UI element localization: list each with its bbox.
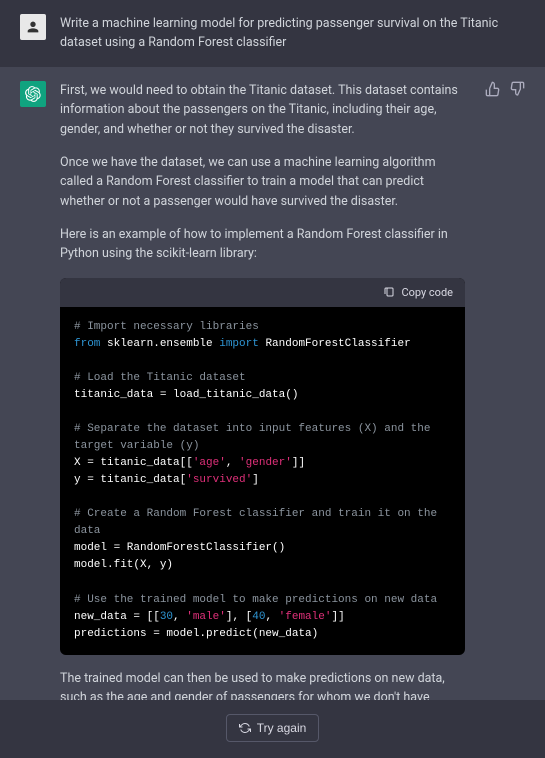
code-block: Copy code # Import necessary libraries f… (60, 278, 465, 655)
assistant-paragraph: Once we have the dataset, we can use a m… (60, 153, 465, 211)
try-again-button[interactable]: Try again (226, 714, 320, 742)
assistant-message: First, we would need to obtain the Titan… (0, 67, 545, 741)
user-avatar (20, 14, 46, 40)
assistant-avatar (20, 81, 46, 107)
refresh-icon (239, 722, 251, 734)
code-content[interactable]: # Import necessary libraries from sklear… (60, 307, 465, 655)
footer: Try again (0, 700, 545, 758)
assistant-content: First, we would need to obtain the Titan… (60, 81, 465, 727)
copy-code-button[interactable]: Copy code (60, 278, 465, 307)
user-prompt: Write a machine learning model for predi… (60, 14, 525, 53)
user-message: Write a machine learning model for predi… (0, 0, 545, 67)
copy-code-label: Copy code (401, 284, 453, 301)
feedback-controls (485, 81, 525, 727)
clipboard-icon (383, 286, 395, 298)
thumbs-down-button[interactable] (509, 81, 525, 97)
thumbs-up-button[interactable] (485, 81, 501, 97)
openai-icon (25, 86, 41, 102)
person-icon (25, 19, 41, 35)
try-again-label: Try again (257, 721, 307, 735)
assistant-paragraph: Here is an example of how to implement a… (60, 225, 465, 264)
thumbs-down-icon (509, 81, 525, 97)
assistant-paragraph: First, we would need to obtain the Titan… (60, 81, 465, 139)
thumbs-up-icon (485, 81, 501, 97)
